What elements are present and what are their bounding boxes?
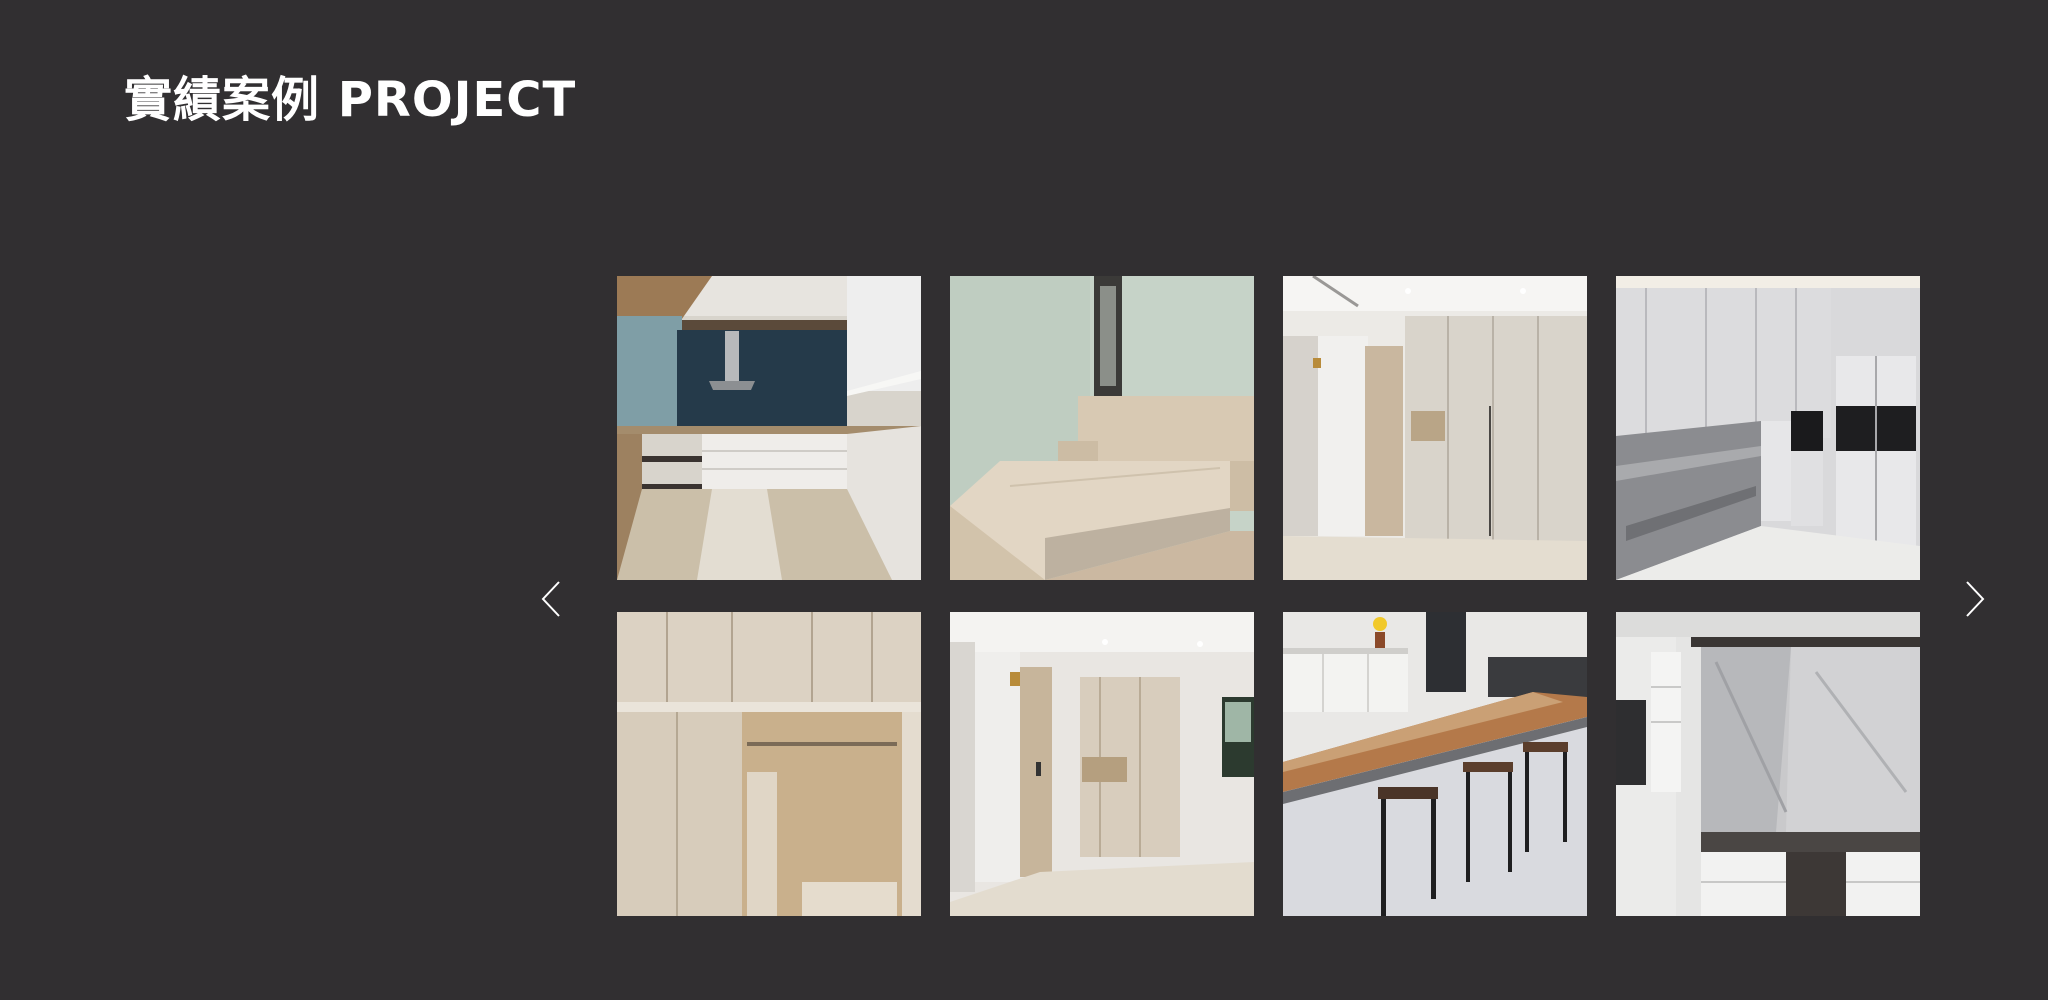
marble-cabinet-project-photo xyxy=(1616,276,1920,580)
project-tile[interactable] xyxy=(1283,276,1587,580)
wardrobe-project-photo xyxy=(1283,276,1587,580)
section-title: 實績案例 PROJECT xyxy=(124,72,577,128)
project-tile[interactable] xyxy=(950,276,1254,580)
wood-closet-project-photo xyxy=(617,612,921,916)
project-tile[interactable] xyxy=(950,612,1254,916)
carousel-next-button[interactable] xyxy=(1955,576,1995,622)
chevron-right-icon xyxy=(1966,581,1985,617)
project-grid xyxy=(617,276,1922,916)
project-tile[interactable] xyxy=(1616,612,1920,916)
bar-counter-project-photo xyxy=(1283,612,1587,916)
chevron-left-icon xyxy=(541,581,560,617)
project-tile[interactable] xyxy=(1616,276,1920,580)
project-tile[interactable] xyxy=(1283,612,1587,916)
entryway-project-photo xyxy=(950,612,1254,916)
project-tile[interactable] xyxy=(617,276,921,580)
project-tile[interactable] xyxy=(617,612,921,916)
kitchen-project-photo xyxy=(617,276,921,580)
tv-wall-project-photo xyxy=(1616,612,1920,916)
bedroom-project-photo xyxy=(950,276,1254,580)
carousel-prev-button[interactable] xyxy=(531,576,571,622)
